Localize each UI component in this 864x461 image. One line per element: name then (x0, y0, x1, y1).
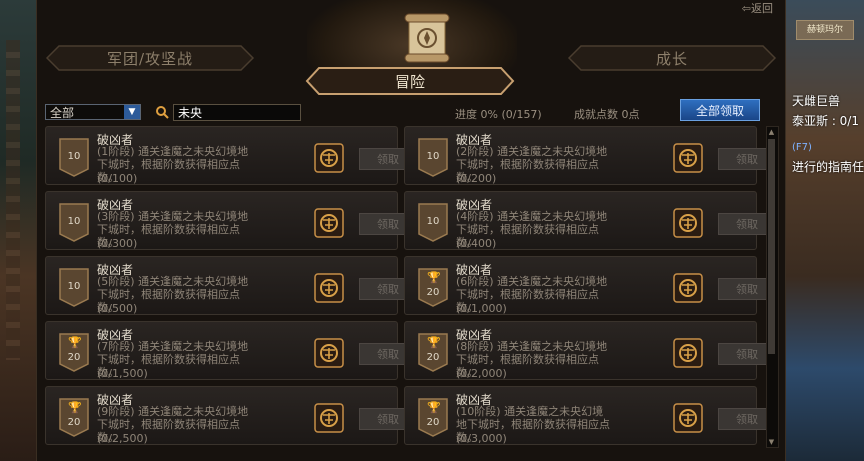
achievement-progress-count: (0/300) (97, 237, 138, 250)
achievement-points-badge: 10 (417, 137, 449, 177)
badge-points: 20 (67, 352, 81, 363)
claim-all-button[interactable]: 全部领取 (680, 99, 760, 121)
tab-label: 成长 (655, 49, 688, 68)
achievement-card: 10 破凶者 (4阶段) 通关逢魔之未央幻境地下城时，根据阶数获得相应点数。 (… (404, 191, 776, 250)
achievement-card: 10 破凶者 (2阶段) 通关逢魔之未央幻境地下城时，根据阶数获得相应点数。 (… (404, 126, 776, 185)
achievement-points-badge: 10 (417, 202, 449, 242)
scrollbar-thumb[interactable] (768, 139, 775, 354)
tab-legion-siege[interactable]: 军团/攻坚战 (45, 44, 255, 72)
reward-emblem-icon[interactable] (673, 273, 703, 303)
tab-adventure[interactable]: 冒险 (305, 66, 515, 96)
quest-tracker-title: 天雌巨兽 (792, 94, 841, 108)
search-input[interactable] (173, 104, 301, 121)
game-world-background-left (0, 0, 36, 461)
quest-tracker-guide: 进行的指南任 (792, 160, 864, 174)
achievement-card: 10 破凶者 (5阶段) 通关逢魔之未央幻境地下城时，根据阶数获得相应点数。 (… (45, 256, 417, 315)
scroll-down-icon[interactable]: ▼ (767, 437, 776, 447)
achievement-points-badge: 10 (58, 267, 90, 307)
back-icon: ⇦ (741, 2, 751, 15)
badge-points: 10 (67, 151, 81, 162)
achievement-points-badge: 🏆 20 (58, 332, 90, 372)
achievement-progress-count: (0/1,500) (97, 367, 148, 380)
achievement-progress-count: (0/400) (456, 237, 497, 250)
badge-points: 10 (426, 216, 440, 227)
reward-emblem-icon[interactable] (673, 403, 703, 433)
achievement-card: 10 破凶者 (3阶段) 通关逢魔之未央幻境地下城时，根据阶数获得相应点数。 (… (45, 191, 417, 250)
chevron-down-icon: ▼ (124, 105, 140, 119)
achievement-card: 🏆 20 破凶者 (10阶段) 通关逢魔之未央幻境地下城时，根据阶数获得相应点数… (404, 386, 776, 445)
achievement-points-badge: 🏆 20 (417, 332, 449, 372)
reward-emblem-icon[interactable] (314, 208, 344, 238)
achievement-points-text: 成就点数 0点 (574, 108, 640, 121)
achievement-progress-count: (0/500) (97, 302, 138, 315)
reward-emblem-icon[interactable] (314, 143, 344, 173)
progress-text: 进度 0% (0/157) (455, 108, 542, 121)
achievement-points-badge: 10 (58, 202, 90, 242)
achievement-card: 🏆 20 破凶者 (6阶段) 通关逢魔之未央幻境地下城时，根据阶数获得相应点数。… (404, 256, 776, 315)
achievement-points-badge: 🏆 20 (417, 267, 449, 307)
badge-points: 20 (426, 352, 440, 363)
achievement-panel: ⇦返回 军团/攻坚战 成长 冒险 全部 ▼ 进度 0% (0/157) 成就点数… (36, 0, 786, 461)
achievement-points-badge: 10 (58, 137, 90, 177)
achievement-card: 🏆 20 破凶者 (8阶段) 通关逢魔之未央幻境地下城时，根据阶数获得相应点数。… (404, 321, 776, 380)
town-name-plate: 赫顿玛尔 (796, 20, 854, 40)
tab-growth[interactable]: 成长 (567, 44, 777, 72)
achievement-card: 🏆 20 破凶者 (7阶段) 通关逢魔之未央幻境地下城时，根据阶数获得相应点数。… (45, 321, 417, 380)
achievement-progress-count: (0/2,500) (97, 432, 148, 445)
reward-emblem-icon[interactable] (314, 338, 344, 368)
back-button[interactable]: ⇦返回 (742, 0, 773, 16)
trophy-icon: 🏆 (68, 336, 82, 349)
badge-points: 20 (426, 287, 440, 298)
reward-emblem-icon[interactable] (314, 273, 344, 303)
scroll-up-icon[interactable]: ▲ (767, 127, 776, 137)
badge-points: 10 (67, 281, 81, 292)
badge-points: 20 (426, 417, 440, 428)
scrollbar[interactable]: ▲ ▼ (766, 126, 779, 448)
reward-emblem-icon[interactable] (673, 143, 703, 173)
search-icon (156, 106, 169, 119)
badge-points: 10 (426, 151, 440, 162)
badge-points: 10 (67, 216, 81, 227)
tab-label: 军团/攻坚战 (106, 49, 194, 68)
category-dropdown[interactable]: 全部 ▼ (45, 104, 141, 120)
achievement-progress-count: (0/100) (97, 172, 138, 185)
badge-points: 20 (67, 417, 81, 428)
tab-label: 冒险 (394, 72, 425, 91)
game-world-background-right: 赫顿玛尔 天雌巨兽 泰亚斯 : 0/1 (F7) 进行的指南任 (784, 0, 864, 461)
reward-emblem-icon[interactable] (314, 403, 344, 433)
achievement-points-badge: 🏆 20 (417, 397, 449, 437)
trophy-icon: 🏆 (427, 336, 441, 349)
trophy-icon: 🏆 (68, 401, 82, 414)
adventure-scroll-icon (404, 13, 450, 63)
trophy-icon: 🏆 (427, 401, 441, 414)
achievement-progress-count: (0/1,000) (456, 302, 507, 315)
trophy-icon: 🏆 (427, 271, 441, 284)
achievement-card: 10 破凶者 (1阶段) 通关逢魔之未央幻境地下城时，根据阶数获得相应点数。 (… (45, 126, 417, 185)
reward-emblem-icon[interactable] (673, 208, 703, 238)
achievement-points-badge: 🏆 20 (58, 397, 90, 437)
achievement-list: 10 破凶者 (1阶段) 通关逢魔之未央幻境地下城时，根据阶数获得相应点数。 (… (45, 126, 776, 452)
achievement-card: 🏆 20 破凶者 (9阶段) 通关逢魔之未央幻境地下城时，根据阶数获得相应点数。… (45, 386, 417, 445)
quest-tracker-hotkey: (F7) (792, 142, 812, 153)
dropdown-value: 全部 (50, 106, 75, 120)
achievement-progress-count: (0/3,000) (456, 432, 507, 445)
reward-emblem-icon[interactable] (673, 338, 703, 368)
achievement-progress-count: (0/2,000) (456, 367, 507, 380)
achievement-progress-count: (0/200) (456, 172, 497, 185)
quest-tracker-progress: 泰亚斯 : 0/1 (792, 114, 859, 128)
